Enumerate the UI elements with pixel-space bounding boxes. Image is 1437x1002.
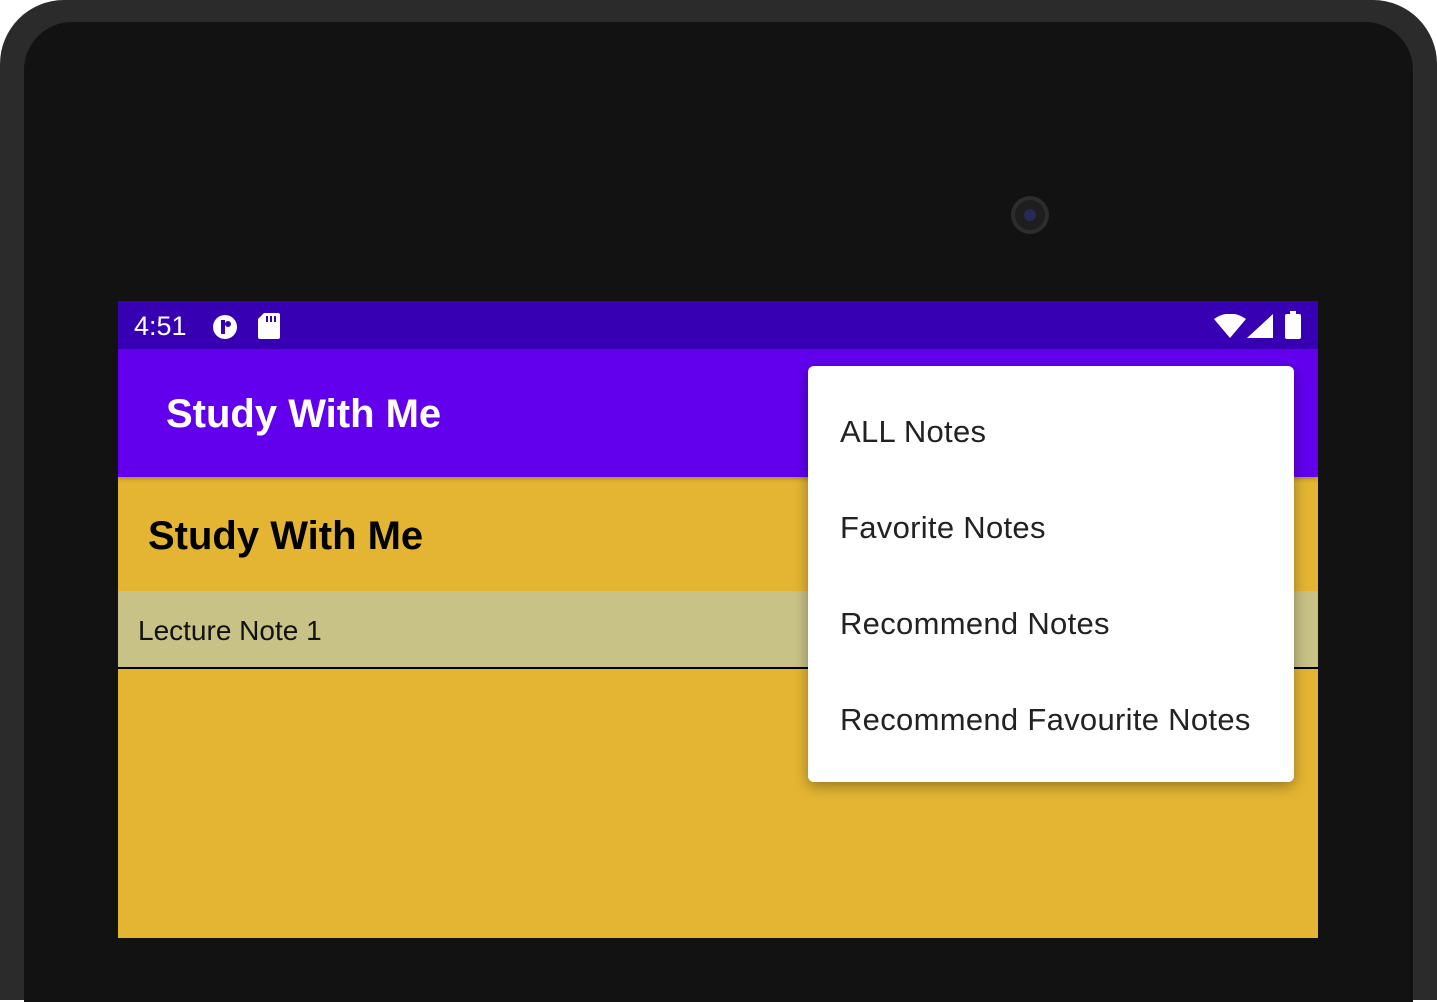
sd-card-icon [258,313,280,344]
app-bar-title: Study With Me [166,392,442,436]
data-saver-icon [211,313,239,346]
status-bar: 4:51 [118,301,1318,349]
menu-item-favorite-notes[interactable]: Favorite Notes [808,480,1294,576]
wifi-icon [1214,313,1246,343]
cell-signal-icon [1247,314,1273,343]
status-time: 4:51 [134,311,187,341]
menu-item-recommend-favourite-notes[interactable]: Recommend Favourite Notes [808,672,1294,768]
content-title: Study With Me [148,514,424,558]
front-camera [1011,196,1049,234]
menu-item-recommend-notes[interactable]: Recommend Notes [808,576,1294,672]
menu-item-all-notes[interactable]: ALL Notes [808,384,1294,480]
device-screen: 4:51 Study With Me Study With Me Lecture… [118,301,1318,938]
note-title: Lecture Note 1 [138,615,322,646]
overflow-menu: ALL Notes Favorite Notes Recommend Notes… [808,366,1294,782]
battery-icon [1285,311,1301,344]
